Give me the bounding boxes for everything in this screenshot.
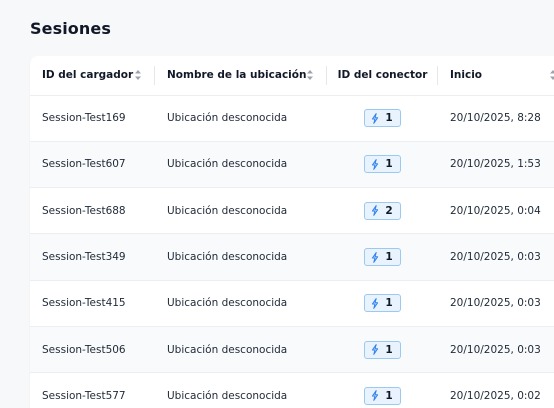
bolt-icon bbox=[372, 205, 379, 217]
table-row[interactable]: Session-Test688 Ubicación desconocida 2 … bbox=[30, 188, 554, 234]
sort-icon[interactable] bbox=[134, 69, 142, 81]
column-header-connector-id: ID del conector bbox=[327, 56, 438, 96]
connector-cell: 1 bbox=[327, 373, 438, 408]
charger-id-cell: Session-Test607 bbox=[42, 158, 126, 171]
start-cell: 20/10/2025, 1:53 bbox=[450, 158, 541, 171]
charger-id-cell: Session-Test415 bbox=[42, 297, 126, 310]
sort-icon[interactable] bbox=[306, 69, 314, 81]
start-cell: 20/10/2025, 0:03 bbox=[450, 251, 541, 264]
start-cell: 20/10/2025, 8:28 bbox=[450, 112, 541, 125]
header-row: ID del cargador Nombre de la ubicación I… bbox=[30, 56, 554, 96]
connector-id: 1 bbox=[385, 251, 393, 264]
location-cell: Ubicación desconocida bbox=[167, 158, 288, 171]
table-row[interactable]: Session-Test506 Ubicación desconocida 1 … bbox=[30, 326, 554, 373]
column-header-start[interactable]: Inicio bbox=[438, 56, 554, 96]
sort-icon[interactable] bbox=[549, 69, 554, 81]
location-cell: Ubicación desconocida bbox=[167, 251, 288, 264]
connector-badge: 1 bbox=[364, 155, 401, 174]
connector-id: 1 bbox=[385, 112, 393, 125]
connector-badge: 1 bbox=[364, 109, 401, 128]
charger-id-cell: Session-Test506 bbox=[42, 343, 126, 356]
connector-badge: 1 bbox=[364, 294, 401, 313]
column-label: Inicio bbox=[450, 69, 483, 82]
connector-cell: 2 bbox=[327, 188, 438, 234]
start-cell: 20/10/2025, 0:04 bbox=[450, 204, 541, 217]
sessions-table: ID del cargador Nombre de la ubicación I… bbox=[30, 56, 554, 408]
connector-id: 1 bbox=[385, 389, 393, 402]
connector-badge: 1 bbox=[364, 340, 401, 359]
start-cell: 20/10/2025, 0:03 bbox=[450, 343, 541, 356]
table-row[interactable]: Session-Test349 Ubicación desconocida 1 … bbox=[30, 233, 554, 281]
location-cell: Ubicación desconocida bbox=[167, 112, 288, 125]
connector-cell: 1 bbox=[327, 141, 438, 187]
bolt-icon bbox=[372, 112, 379, 124]
bolt-icon bbox=[372, 297, 379, 309]
table-row[interactable]: Session-Test415 Ubicación desconocida 1 … bbox=[30, 280, 554, 327]
sessions-page: Sesiones ID del cargador Nombre de la ub… bbox=[0, 0, 554, 408]
bolt-icon bbox=[372, 251, 379, 263]
connector-badge: 1 bbox=[364, 248, 401, 267]
sessions-table-card: ID del cargador Nombre de la ubicación I… bbox=[30, 56, 554, 408]
location-cell: Ubicación desconocida bbox=[167, 343, 288, 356]
column-label: ID del conector bbox=[337, 69, 428, 82]
connector-cell: 1 bbox=[327, 326, 438, 372]
location-cell: Ubicación desconocida bbox=[167, 297, 288, 310]
table-row[interactable]: Session-Test577 Ubicación desconocida 1 … bbox=[30, 373, 554, 408]
connector-id: 1 bbox=[385, 343, 393, 356]
connector-id: 1 bbox=[385, 158, 393, 171]
connector-cell: 1 bbox=[327, 234, 438, 280]
connector-badge: 1 bbox=[364, 386, 401, 405]
charger-id-cell: Session-Test169 bbox=[42, 112, 126, 125]
table-body: Session-Test169 Ubicación desconocida 1 … bbox=[30, 95, 554, 408]
column-label: ID del cargador bbox=[42, 69, 134, 82]
column-header-location-name[interactable]: Nombre de la ubicación bbox=[155, 56, 327, 96]
start-cell: 20/10/2025, 0:03 bbox=[450, 297, 541, 310]
column-label: Nombre de la ubicación bbox=[167, 69, 307, 82]
charger-id-cell: Session-Test349 bbox=[42, 251, 126, 264]
bolt-icon bbox=[372, 159, 379, 170]
bolt-icon bbox=[372, 390, 379, 402]
connector-id: 1 bbox=[385, 297, 393, 310]
connector-id: 2 bbox=[385, 204, 393, 217]
page-title: Sesiones bbox=[30, 19, 111, 38]
connector-cell: 1 bbox=[327, 95, 438, 141]
table-row[interactable]: Session-Test169 Ubicación desconocida 1 … bbox=[30, 95, 554, 142]
charger-id-cell: Session-Test688 bbox=[42, 204, 126, 217]
connector-badge: 2 bbox=[364, 201, 401, 220]
bolt-icon bbox=[372, 344, 379, 356]
charger-id-cell: Session-Test577 bbox=[42, 389, 126, 402]
table-row[interactable]: Session-Test607 Ubicación desconocida 1 … bbox=[30, 141, 554, 188]
column-header-charger-id[interactable]: ID del cargador bbox=[30, 56, 155, 96]
location-cell: Ubicación desconocida bbox=[167, 204, 288, 217]
table-header: ID del cargador Nombre de la ubicación I… bbox=[30, 56, 554, 96]
connector-cell: 1 bbox=[327, 280, 438, 326]
start-cell: 20/10/2025, 0:02 bbox=[450, 389, 541, 402]
location-cell: Ubicación desconocida bbox=[167, 389, 288, 402]
